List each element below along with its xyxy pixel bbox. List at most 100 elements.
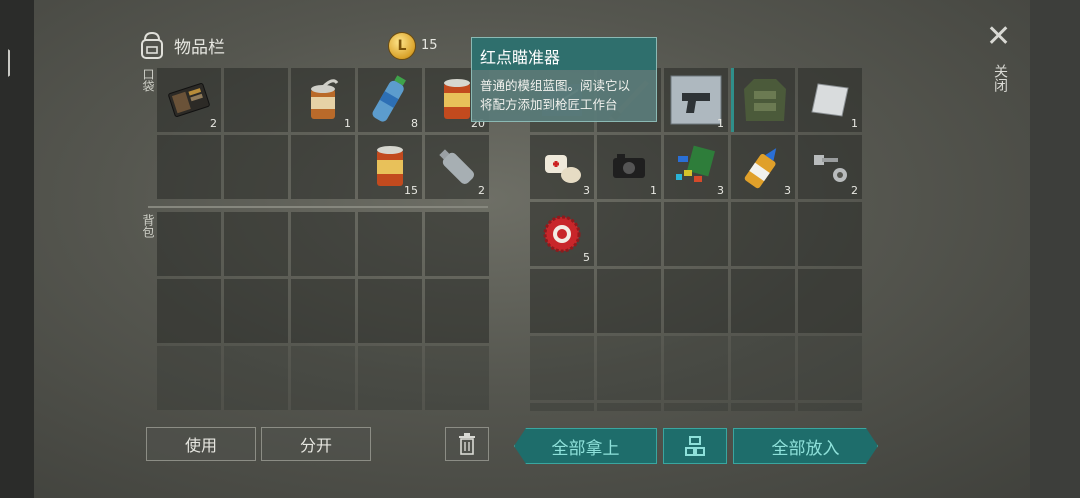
inventory-slot[interactable] bbox=[157, 135, 221, 199]
inventory-slot[interactable] bbox=[224, 212, 288, 276]
slot-quantity: 3 bbox=[583, 184, 590, 197]
locked-slot bbox=[664, 336, 728, 400]
bandage-icon bbox=[537, 145, 587, 189]
locked-slot bbox=[291, 346, 355, 410]
locked-slot bbox=[224, 346, 288, 410]
locked-slot bbox=[597, 403, 661, 411]
inventory-slot[interactable] bbox=[224, 135, 288, 199]
section-divider bbox=[148, 206, 488, 208]
inventory-slot[interactable] bbox=[425, 279, 489, 343]
locked-slot bbox=[358, 346, 422, 410]
inventory-slot[interactable]: 8 bbox=[358, 68, 422, 132]
slot-quantity: 2 bbox=[851, 184, 858, 197]
close-label[interactable]: 关闭 bbox=[990, 64, 1010, 92]
bottle-cap-icon bbox=[540, 212, 584, 256]
inventory-slot[interactable] bbox=[798, 269, 862, 333]
inventory-slot[interactable]: 2 bbox=[798, 135, 862, 199]
pocket-grid: 2 1 8 20 15 2 bbox=[157, 68, 489, 199]
inventory-header: 物品栏 bbox=[138, 30, 225, 60]
inventory-slot[interactable]: 3 bbox=[530, 135, 594, 199]
metal-sheet-icon bbox=[808, 78, 852, 122]
inventory-slot[interactable] bbox=[530, 269, 594, 333]
use-button[interactable]: 使用 bbox=[146, 427, 256, 461]
locked-slot bbox=[530, 336, 594, 400]
close-icon[interactable]: ✕ bbox=[986, 22, 1011, 52]
slot-quantity: 3 bbox=[784, 184, 791, 197]
coin-icon: L bbox=[388, 32, 416, 60]
inventory-slot[interactable] bbox=[358, 212, 422, 276]
slot-quantity: 5 bbox=[583, 251, 590, 264]
inventory-slot[interactable] bbox=[731, 68, 795, 132]
jacket-icon bbox=[740, 73, 790, 127]
inventory-slot[interactable]: 1 bbox=[798, 68, 862, 132]
inventory-slot[interactable] bbox=[731, 202, 795, 266]
locked-slot bbox=[798, 336, 862, 400]
locked-slot bbox=[664, 403, 728, 411]
inventory-slot[interactable] bbox=[291, 279, 355, 343]
sort-button[interactable] bbox=[663, 428, 727, 464]
inventory-slot[interactable]: 2 bbox=[425, 135, 489, 199]
bolts-icon bbox=[808, 147, 852, 187]
put-all-button[interactable]: 全部放入 bbox=[733, 428, 878, 464]
coin-count: 15 bbox=[421, 38, 438, 53]
slot-quantity: 15 bbox=[404, 184, 418, 197]
tooltip-line: 普通的模组蓝图。阅读它以 bbox=[480, 78, 631, 93]
inventory-slot[interactable]: 15 bbox=[358, 135, 422, 199]
inventory-slot[interactable]: 3 bbox=[731, 135, 795, 199]
tooltip-line: 将配方添加到枪匠工作台 bbox=[480, 97, 618, 112]
page-title: 物品栏 bbox=[174, 37, 225, 58]
color-chips-icon bbox=[670, 144, 722, 190]
locked-slot bbox=[731, 403, 795, 411]
inventory-slot[interactable] bbox=[358, 279, 422, 343]
container-grid-overflow bbox=[530, 403, 862, 411]
slot-quantity: 1 bbox=[344, 117, 351, 130]
inventory-slot[interactable] bbox=[597, 269, 661, 333]
trash-button[interactable] bbox=[445, 427, 489, 461]
food-can-icon bbox=[372, 144, 408, 190]
food-can-icon bbox=[439, 77, 475, 123]
locked-slot bbox=[530, 403, 594, 411]
tooltip-description: 普通的模组蓝图。阅读它以 将配方添加到枪匠工作台 bbox=[472, 70, 656, 120]
right-edge-strip bbox=[1030, 0, 1080, 498]
inventory-slot[interactable]: 3 bbox=[664, 135, 728, 199]
pocket-label: 口袋 bbox=[141, 68, 155, 92]
water-bottle-icon bbox=[370, 73, 410, 127]
inventory-slot[interactable] bbox=[664, 202, 728, 266]
take-all-button[interactable]: 全部拿上 bbox=[514, 428, 657, 464]
inventory-slot[interactable] bbox=[664, 269, 728, 333]
inventory-slot[interactable] bbox=[157, 212, 221, 276]
inventory-slot[interactable] bbox=[597, 202, 661, 266]
glue-icon bbox=[740, 142, 786, 192]
slot-quantity: 1 bbox=[851, 117, 858, 130]
backpack-label: 背包 bbox=[141, 214, 155, 238]
inventory-slot[interactable]: 1 bbox=[597, 135, 661, 199]
slot-quantity: 2 bbox=[478, 184, 485, 197]
backpack-icon bbox=[138, 30, 166, 60]
slot-quantity: 1 bbox=[717, 117, 724, 130]
inventory-slot[interactable] bbox=[798, 202, 862, 266]
locked-slot bbox=[597, 336, 661, 400]
inventory-slot[interactable]: 2 bbox=[157, 68, 221, 132]
inventory-slot[interactable]: 1 bbox=[291, 68, 355, 132]
wallet-icon bbox=[165, 80, 213, 120]
inventory-slot[interactable]: 1 bbox=[664, 68, 728, 132]
backpack-grid bbox=[157, 212, 489, 410]
inventory-slot[interactable] bbox=[224, 279, 288, 343]
slot-quantity: 1 bbox=[650, 184, 657, 197]
inventory-slot[interactable] bbox=[224, 68, 288, 132]
item-tooltip: 红点瞄准器 普通的模组蓝图。阅读它以 将配方添加到枪匠工作台 bbox=[471, 37, 657, 122]
locked-slot bbox=[731, 336, 795, 400]
locked-slot bbox=[157, 346, 221, 410]
inventory-slot[interactable] bbox=[425, 212, 489, 276]
inventory-slot[interactable] bbox=[731, 269, 795, 333]
grid-sort-icon bbox=[684, 435, 706, 457]
locked-slot bbox=[798, 403, 862, 411]
tooltip-title: 红点瞄准器 bbox=[472, 38, 656, 70]
inventory-slot[interactable]: 5 bbox=[530, 202, 594, 266]
inventory-slot[interactable] bbox=[291, 212, 355, 276]
inventory-slot[interactable] bbox=[157, 279, 221, 343]
slot-quantity: 3 bbox=[717, 184, 724, 197]
inventory-slot[interactable] bbox=[291, 135, 355, 199]
pistol-blueprint-icon bbox=[668, 73, 724, 127]
split-button[interactable]: 分开 bbox=[261, 427, 371, 461]
